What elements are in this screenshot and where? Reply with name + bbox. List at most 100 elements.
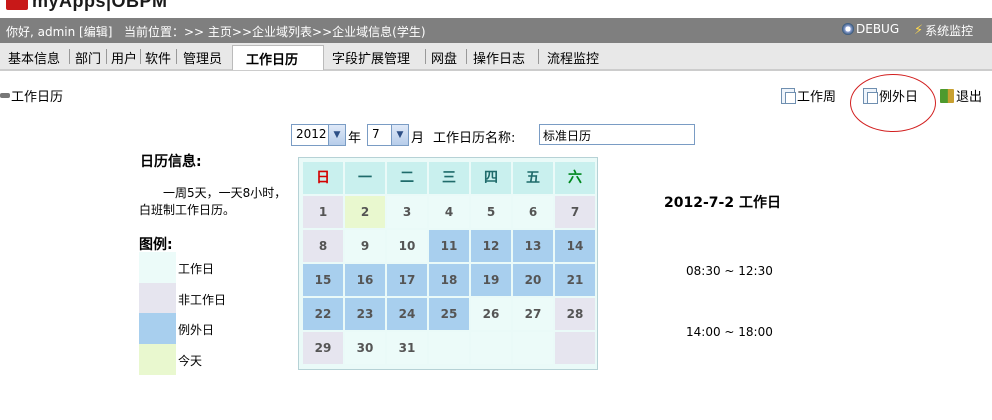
calendar-day-cell[interactable]: 12 bbox=[471, 230, 511, 262]
exit-door-icon bbox=[940, 88, 954, 103]
tab-work-calendar[interactable]: 工作日历 bbox=[232, 45, 324, 70]
tab-divider bbox=[69, 49, 70, 64]
calendar-day-cell[interactable]: 9 bbox=[345, 230, 385, 262]
breadcrumb[interactable]: 当前位置：>> 主页>>企业域列表>>企业域信息(学生) bbox=[124, 23, 426, 40]
legend-swatch bbox=[139, 344, 176, 375]
greeting[interactable]: 你好, admin [编辑] bbox=[6, 23, 112, 40]
calendar-day-cell[interactable]: 6 bbox=[513, 196, 553, 228]
debug-label: DEBUG bbox=[856, 22, 900, 36]
bug-icon bbox=[842, 23, 854, 35]
tab-admins[interactable]: 管理员 bbox=[183, 48, 222, 67]
calendar-day-cell[interactable]: 1 bbox=[303, 196, 343, 228]
calendar-day-cell[interactable]: 24 bbox=[387, 298, 427, 330]
calendar-day-cell[interactable]: 19 bbox=[471, 264, 511, 296]
legend-title: 图例: bbox=[139, 237, 173, 253]
exit-button[interactable]: 退出 bbox=[940, 86, 982, 105]
calendar-day-cell[interactable]: 27 bbox=[513, 298, 553, 330]
calendar-day-cell[interactable]: 30 bbox=[345, 332, 385, 364]
page-title-text: 工作日历 bbox=[11, 90, 64, 105]
weekday-header: 四 bbox=[471, 162, 511, 194]
calendar-day-cell[interactable]: 4 bbox=[429, 196, 469, 228]
calendar-day-cell[interactable]: 31 bbox=[387, 332, 427, 364]
calendar-info-title: 日历信息: bbox=[140, 154, 202, 170]
legend-swatch bbox=[139, 283, 176, 314]
tab-divider bbox=[140, 49, 141, 64]
logo-strip: myApps|OBPM bbox=[0, 0, 992, 16]
weekday-header: 二 bbox=[387, 162, 427, 194]
year-unit-label: 年 bbox=[348, 131, 362, 146]
page-title: 工作日历 bbox=[0, 86, 63, 105]
calendar-day-cell[interactable]: 13 bbox=[513, 230, 553, 262]
calendar-day-cell[interactable]: 7 bbox=[555, 196, 595, 228]
month-select[interactable]: 7 ▼ bbox=[367, 124, 409, 146]
calendar-day-cell[interactable]: 11 bbox=[429, 230, 469, 262]
tab-bar: 基本信息 部门 用户 软件 管理员 工作日历 字段扩展管理 网盘 操作日志 流程… bbox=[0, 43, 992, 71]
weekday-header: 一 bbox=[345, 162, 385, 194]
tab-divider bbox=[176, 49, 177, 64]
calendar-day-cell[interactable]: 23 bbox=[345, 298, 385, 330]
calendar-day-cell[interactable]: 18 bbox=[429, 264, 469, 296]
legend-label: 非工作日 bbox=[178, 293, 227, 307]
tab-field-extension[interactable]: 字段扩展管理 bbox=[332, 48, 410, 67]
calendar-empty-cell bbox=[555, 332, 595, 364]
month-value: 7 bbox=[372, 127, 380, 141]
calendar-day-cell[interactable]: 15 bbox=[303, 264, 343, 296]
system-monitor-label: 系统监控 bbox=[925, 24, 974, 38]
legend-swatch bbox=[139, 252, 176, 283]
legend-swatch bbox=[139, 313, 176, 344]
calendar-day-cell[interactable]: 17 bbox=[387, 264, 427, 296]
calendar-day-cell[interactable]: 8 bbox=[303, 230, 343, 262]
weekday-header: 五 bbox=[513, 162, 553, 194]
calendar-info-description: 一周5天，一天8小时，白班制工作日历。 bbox=[139, 186, 287, 217]
tab-divider bbox=[538, 49, 539, 64]
tab-divider bbox=[425, 49, 426, 64]
tab-netdisk[interactable]: 网盘 bbox=[431, 48, 457, 67]
tab-process-monitor[interactable]: 流程监控 bbox=[547, 48, 599, 67]
weekday-header: 日 bbox=[303, 162, 343, 194]
document-icon bbox=[781, 87, 796, 104]
calendar-day-cell[interactable]: 29 bbox=[303, 332, 343, 364]
time-range-afternoon: 14:00 ~ 18:00 bbox=[686, 325, 773, 339]
debug-link[interactable]: DEBUG bbox=[842, 22, 899, 36]
calendar-empty-cell bbox=[471, 332, 511, 364]
calendar-day-cell[interactable]: 28 bbox=[555, 298, 595, 330]
tab-software[interactable]: 软件 bbox=[145, 48, 171, 67]
year-select[interactable]: 2012 ▼ bbox=[291, 124, 346, 146]
calendar-day-cell[interactable]: 10 bbox=[387, 230, 427, 262]
time-range-morning: 08:30 ~ 12:30 bbox=[686, 264, 773, 278]
tab-operation-log[interactable]: 操作日志 bbox=[473, 48, 525, 67]
calendar-day-cell[interactable]: 5 bbox=[471, 196, 511, 228]
info-bar: 你好, admin [编辑] 当前位置：>> 主页>>企业域列表>>企业域信息(… bbox=[0, 18, 992, 43]
logo-text: myApps|OBPM bbox=[32, 0, 168, 11]
tab-users[interactable]: 用户 bbox=[111, 48, 137, 67]
calendar-day-cell[interactable]: 14 bbox=[555, 230, 595, 262]
tab-divider bbox=[466, 49, 467, 64]
calendar-day-cell[interactable]: 3 bbox=[387, 196, 427, 228]
calendar-name-input[interactable]: 标准日历 bbox=[539, 124, 695, 145]
weekday-header: 六 bbox=[555, 162, 595, 194]
legend-label: 例外日 bbox=[178, 323, 215, 337]
calendar-day-cell[interactable]: 25 bbox=[429, 298, 469, 330]
work-week-button[interactable]: 工作周 bbox=[781, 86, 836, 105]
weekday-header: 三 bbox=[429, 162, 469, 194]
pencil-icon bbox=[0, 93, 10, 98]
calendar-day-cell[interactable]: 20 bbox=[513, 264, 553, 296]
calendar-name-label: 工作日历名称: bbox=[433, 131, 516, 146]
logo-icon bbox=[6, 0, 28, 10]
calendar-empty-cell bbox=[513, 332, 553, 364]
calendar-day-cell[interactable]: 21 bbox=[555, 264, 595, 296]
calendar-day-cell[interactable]: 26 bbox=[471, 298, 511, 330]
calendar-day-cell[interactable]: 16 bbox=[345, 264, 385, 296]
calendar-day-cell[interactable]: 2 bbox=[345, 196, 385, 228]
month-unit-label: 月 bbox=[411, 131, 425, 146]
legend-label: 今天 bbox=[178, 354, 203, 368]
tab-department[interactable]: 部门 bbox=[75, 48, 101, 67]
red-annotation-circle bbox=[850, 74, 936, 132]
system-monitor-link[interactable]: ⚡ 系统监控 bbox=[914, 22, 973, 39]
legend-label: 工作日 bbox=[178, 262, 215, 276]
calendar-empty-cell bbox=[429, 332, 469, 364]
tab-basic-info[interactable]: 基本信息 bbox=[8, 48, 60, 67]
calendar-day-cell[interactable]: 22 bbox=[303, 298, 343, 330]
selected-date-title: 2012-7-2 工作日 bbox=[664, 195, 781, 211]
chevron-down-icon: ▼ bbox=[391, 125, 408, 145]
